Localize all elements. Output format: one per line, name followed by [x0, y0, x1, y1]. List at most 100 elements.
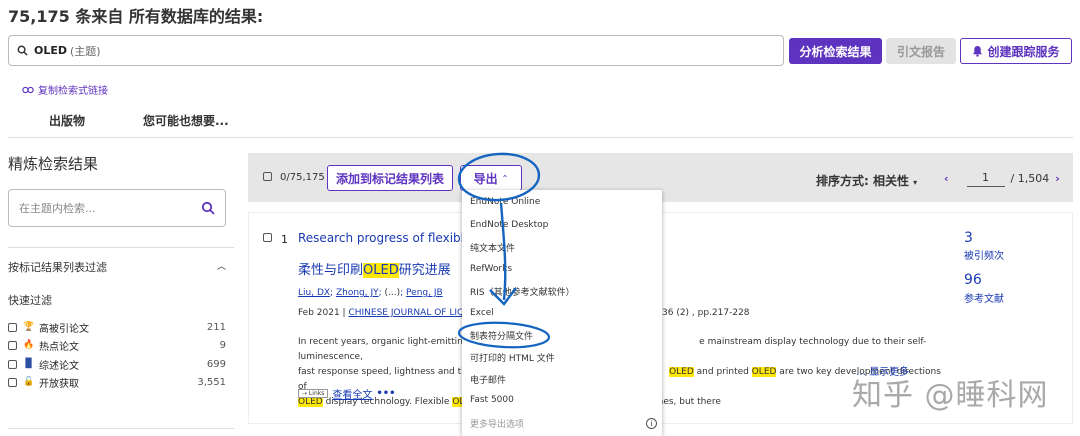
quick-filter-highly-cited[interactable]: 🏆 高被引论文 211 [8, 320, 226, 335]
search-query-box[interactable]: OLED (主题) [8, 35, 784, 66]
references-label: 参考文献 [964, 294, 1004, 305]
abstract-text: ones, but there [652, 397, 721, 407]
quick-filter-count: 3,551 [197, 376, 226, 388]
abstract-highlight: OLED [751, 367, 777, 377]
bell-icon [973, 45, 983, 57]
abstract-text: fast response speed, lightness and thin [298, 367, 476, 377]
select-all-checkbox[interactable] [263, 172, 272, 181]
quick-filter-hot-papers[interactable]: 🔥 热点论文 9 [8, 338, 226, 353]
journal-link[interactable]: CHINESE JOURNAL OF LIQUI [348, 308, 473, 318]
chevron-left-icon[interactable]: ‹ [944, 172, 949, 185]
quick-filter-count: 699 [206, 358, 226, 370]
results-count-title: 75,175 条来自 所有数据库的结果: [8, 7, 264, 26]
export-menu-item[interactable]: 可打印的 HTML 文件 [470, 351, 555, 364]
trophy-icon: 🏆 [23, 322, 35, 332]
checkbox[interactable] [8, 377, 17, 387]
author-link[interactable]: Liu, DX [298, 288, 330, 298]
tab-publications[interactable]: 出版物 [49, 112, 85, 129]
abstract-text: and printed [693, 367, 752, 377]
open-lock-icon: 🔓 [23, 377, 35, 387]
references-count[interactable]: 96 [964, 272, 982, 288]
filter-by-marked-label: 按标记结果列表过滤 [8, 261, 107, 274]
document-icon: ▉ [25, 359, 33, 369]
tab-you-may-also-like[interactable]: 您可能也想要... [143, 112, 229, 129]
record-volume-pages: 36 (2) , pp.217-228 [662, 308, 750, 318]
create-alert-label: 创建跟踪服务 [987, 44, 1060, 59]
quick-filter-label: 高被引论文 [39, 323, 89, 335]
quick-filter-label: 开放获取 [39, 378, 79, 390]
search-within-placeholder: 在主题内检索... [19, 202, 96, 215]
sidebar-divider [8, 247, 234, 248]
export-menu-item[interactable]: RIS（其他参考文献软件） [470, 285, 575, 298]
total-pages: / 1,504 [1010, 172, 1050, 185]
record-number: 1 [281, 233, 288, 246]
info-icon[interactable]: i [646, 418, 657, 429]
export-menu-item[interactable]: Fast 5000 [470, 395, 514, 405]
title-zh-part: 研究进展 [398, 263, 451, 278]
export-menu-item[interactable]: 电子邮件 [470, 373, 506, 386]
record-title-zh[interactable]: 柔性与印刷OLED研究进展 [298, 259, 451, 278]
export-menu-item[interactable]: EndNote Online [470, 197, 540, 207]
title-zh-part: 柔性与印刷 [298, 263, 364, 278]
export-menu-item[interactable]: RefWorks [470, 264, 512, 274]
quick-filters-title: 快速过滤 [8, 294, 52, 307]
title-zh-highlight: OLED [363, 263, 399, 278]
quick-filter-open-access[interactable]: 🔓 开放获取 3,551 [8, 375, 226, 390]
citation-report-button[interactable]: 引文报告 [886, 38, 956, 64]
quick-filter-count: 9 [219, 339, 226, 351]
add-to-marked-list-button[interactable]: 添加到标记结果列表 [327, 165, 453, 191]
export-label: 导出 [473, 171, 498, 186]
record-title-en[interactable]: Research progress of flexible a [298, 231, 483, 245]
flame-icon: 🔥 [23, 340, 35, 350]
search-term: OLED [34, 44, 68, 57]
export-menu-item[interactable]: 制表符分隔文件 [470, 329, 533, 342]
quick-filter-count: 211 [206, 321, 226, 333]
more-export-options[interactable]: 更多导出选项 [470, 417, 524, 430]
export-menu-item[interactable]: Excel [470, 308, 494, 318]
author-link[interactable]: Peng, JB [406, 288, 443, 298]
watermark: 知乎 @睡科网 [852, 378, 1049, 413]
analyze-results-button[interactable]: 分析检索结果 [789, 38, 882, 64]
export-menu-item[interactable]: EndNote Desktop [470, 220, 548, 230]
page-number-input[interactable]: 1 [966, 170, 1005, 187]
times-cited-label: 被引频次 [964, 251, 1004, 262]
quick-filter-label: 热点论文 [39, 341, 79, 353]
abstract-text: In recent years, organic light-emitting … [298, 337, 478, 347]
record-source: Feb 2021 | CHINESE JOURNAL OF LIQUI [298, 308, 473, 318]
view-full-text-link[interactable]: 查看全文 [332, 386, 372, 401]
sidebar-bottom-divider [8, 428, 234, 429]
create-alert-button[interactable]: 创建跟踪服务 [960, 38, 1072, 64]
more-options-icon[interactable]: ••• [376, 388, 395, 399]
search-within-input[interactable]: 在主题内检索... [8, 189, 226, 227]
export-menu-item[interactable]: 纯文本文件 [470, 241, 515, 254]
copy-query-link-label: 复制检索式链接 [38, 86, 108, 97]
filter-by-marked-list[interactable]: 按标记结果列表过滤 ︿ [8, 259, 226, 275]
tabs-divider [8, 137, 1073, 138]
refine-results-title: 精炼检索结果 [8, 155, 99, 173]
record-checkbox[interactable] [263, 233, 272, 242]
record-links-row: ⇢ Links 查看全文 ••• [298, 386, 396, 401]
links-badge[interactable]: ⇢ Links [298, 389, 329, 398]
search-field: (主题) [70, 44, 101, 58]
sort-by-dropdown[interactable]: 排序方式: 相关性 ▾ [816, 172, 917, 189]
author-link[interactable]: Zhong, JY [336, 288, 379, 298]
export-button[interactable]: 导出 ⌃ [460, 165, 522, 191]
quick-filter-review-articles[interactable]: ▉ 综述论文 699 [8, 357, 226, 372]
link-icon [22, 86, 34, 93]
times-cited-count[interactable]: 3 [964, 230, 973, 246]
search-icon [17, 45, 28, 56]
checkbox[interactable] [8, 340, 17, 350]
abstract-highlight: OLED [669, 367, 694, 377]
caret-down-icon: ▾ [913, 178, 918, 187]
chevron-up-icon: ⌃ [501, 173, 509, 183]
record-authors: Liu, DX; Zhong, JY; (...); Peng, JB [298, 288, 443, 298]
checkbox[interactable] [8, 359, 17, 369]
author-ellipsis[interactable]: (...) [385, 288, 401, 298]
pagination: ‹ 1 / 1,504 › [944, 170, 1060, 187]
chevron-right-icon[interactable]: › [1055, 172, 1060, 185]
search-icon[interactable] [201, 201, 215, 215]
quick-filter-label: 综述论文 [39, 360, 79, 372]
checkbox[interactable] [8, 322, 17, 332]
record-date: Feb 2021 | [298, 308, 346, 318]
copy-query-link[interactable]: 复制检索式链接 [22, 82, 108, 97]
